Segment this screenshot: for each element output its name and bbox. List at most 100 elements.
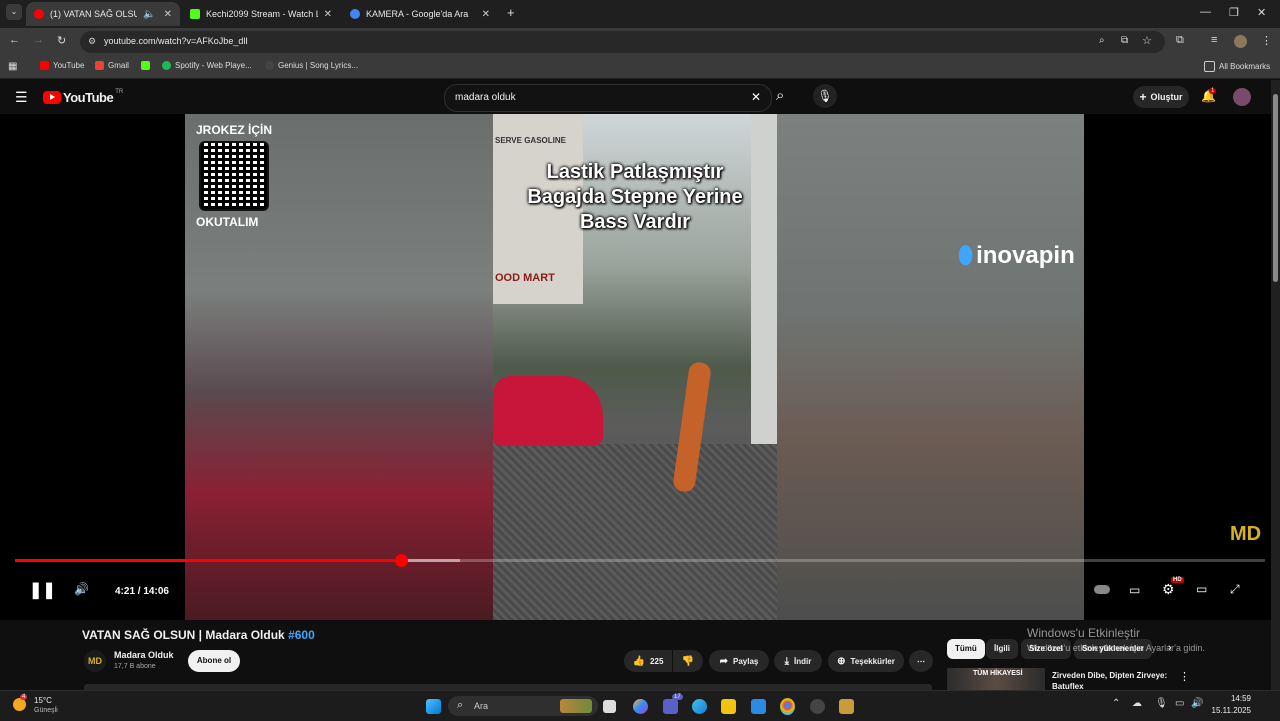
edge-icon[interactable] <box>692 699 707 714</box>
theater-mode-icon[interactable]: ▭ <box>1196 582 1207 596</box>
hamburger-menu-icon[interactable]: ☰ <box>15 89 28 106</box>
bookmark-gmail[interactable]: Gmail <box>95 61 129 70</box>
share-label: Paylaş <box>733 656 759 666</box>
task-view-icon[interactable] <box>603 700 616 713</box>
progress-bar[interactable] <box>15 554 1265 567</box>
subscriber-count: 17,7 B abone <box>114 663 156 670</box>
voice-search-icon[interactable]: 🎙 <box>813 84 837 108</box>
reload-icon[interactable]: ↻ <box>57 34 66 47</box>
bookmark-genius[interactable]: Genius | Song Lyrics... <box>265 61 358 70</box>
onedrive-icon[interactable]: ☁ <box>1132 698 1142 709</box>
league-icon[interactable] <box>839 699 854 714</box>
fullscreen-icon[interactable]: ⤢ <box>1230 582 1240 597</box>
zoom-icon[interactable]: ⌕ <box>1099 35 1105 46</box>
tab-google[interactable]: KAMERA - Google'da Ara ✕ <box>342 2 498 26</box>
teams-icon[interactable] <box>663 699 678 714</box>
qr-code <box>199 141 269 211</box>
bookmark-spotify[interactable]: Spotify - Web Playe... <box>162 61 252 70</box>
bookmark-youtube[interactable]: YouTube <box>40 61 84 70</box>
restore-icon[interactable]: ❐ <box>1229 6 1239 19</box>
account-avatar[interactable] <box>1233 88 1251 106</box>
pause-icon[interactable]: ❚❚ <box>29 580 56 600</box>
search-input[interactable]: madara olduk ✕ <box>444 84 772 112</box>
cast-icon[interactable]: ⧉ <box>1121 35 1128 46</box>
search-icon[interactable]: ⌕ <box>776 87 784 104</box>
bookmark-star-icon[interactable]: ☆ <box>1142 34 1152 47</box>
all-bookmarks[interactable]: All Bookmarks <box>1204 61 1270 72</box>
tab-search-chevron-icon[interactable]: ⌄ <box>6 4 22 20</box>
subtitles-icon[interactable]: ▭ <box>1129 583 1140 597</box>
store-icon[interactable] <box>751 699 766 714</box>
address-bar[interactable]: ⚙ youtube.com/watch?v=AFKoJbe_dlI ⌕ ⧉ ☆ <box>80 31 1165 53</box>
bookmark-label: YouTube <box>53 61 85 70</box>
taskbar-search[interactable]: ⌕ Ara <box>448 696 598 716</box>
thanks-button[interactable]: ⊕ Teşekkürler <box>828 650 904 672</box>
clear-search-icon[interactable]: ✕ <box>751 90 761 104</box>
tab-close-icon[interactable]: ✕ <box>164 9 172 20</box>
download-icon: ⤓ <box>784 655 790 667</box>
tab-youtube[interactable]: (1) VATAN SAĞ OLSUN | Ma 🔈 ✕ <box>26 2 180 26</box>
bookmarks-bar: ▦ YouTube Gmail Spotify - Web Playe... G… <box>0 56 1280 79</box>
qr-label-bottom: OKUTALIM <box>196 215 259 229</box>
forward-icon[interactable]: → <box>33 34 44 46</box>
tab-close-icon[interactable]: ✕ <box>482 9 490 20</box>
channel-name[interactable]: Madara Olduk <box>114 650 174 660</box>
bookmark-label: Gmail <box>108 61 129 70</box>
profile-avatar[interactable] <box>1234 35 1247 48</box>
share-button[interactable]: ➦ Paylaş <box>709 650 769 672</box>
copilot-icon[interactable] <box>633 699 648 714</box>
tab-title: Kechi2099 Stream - Watch Live <box>206 9 318 19</box>
create-button[interactable]: + Oluştur <box>1133 86 1189 108</box>
page-scrollbar[interactable] <box>1271 80 1280 690</box>
blurred-background-right <box>777 114 1084 620</box>
youtube-logo[interactable]: YouTube TR <box>43 88 124 105</box>
video-player[interactable]: SERVE GASOLINE OOD MART Lastik Patlaşmış… <box>0 114 1280 620</box>
bookmark-kick[interactable] <box>141 61 154 70</box>
video-caption: Lastik Patlaşmıştır Bagajda Stepne Yerin… <box>493 160 777 235</box>
close-window-icon[interactable]: ✕ <box>1257 6 1266 19</box>
minimize-icon[interactable]: — <box>1200 6 1211 18</box>
steam-icon[interactable] <box>810 699 825 714</box>
create-label: Oluştur <box>1150 92 1183 102</box>
more-actions-icon[interactable]: ⋯ <box>909 650 933 672</box>
menu-kebab-icon[interactable]: ⋮ <box>1261 34 1272 47</box>
weather-temp: 15°C <box>34 696 52 705</box>
start-windows-icon[interactable] <box>426 699 441 714</box>
download-button[interactable]: ⤓ İndir <box>774 650 822 672</box>
search-query: madara olduk <box>455 92 516 103</box>
autoplay-toggle[interactable] <box>1094 585 1110 594</box>
tab-kick[interactable]: Kechi2099 Stream - Watch Live ✕ <box>182 2 340 26</box>
microphone-icon[interactable]: 🎙 <box>1155 698 1168 709</box>
network-icon[interactable]: ▭ <box>1175 698 1184 709</box>
channel-avatar[interactable]: MD <box>84 650 106 672</box>
tab-audio-icon[interactable]: 🔈 <box>143 9 155 20</box>
tab-close-icon[interactable]: ✕ <box>324 9 332 20</box>
extensions-icon[interactable]: ⧉ <box>1176 34 1184 47</box>
tray-overflow-icon[interactable]: ⌃ <box>1112 698 1120 709</box>
like-button[interactable]: 👍 225 <box>624 650 672 672</box>
clock-time[interactable]: 14:59 <box>1221 694 1251 703</box>
taskbar-search-icon: ⌕ <box>457 699 464 711</box>
recommended-video[interactable]: TÜM HİKAYESİ Zirveden Dibe, Dipten Zirve… <box>947 668 1247 691</box>
clock-date[interactable]: 15.11.2025 <box>1206 706 1251 715</box>
site-info-icon[interactable]: ⚙ <box>88 36 96 47</box>
new-tab-button[interactable]: + <box>507 5 515 20</box>
back-icon[interactable]: ← <box>9 34 20 46</box>
media-controls-icon[interactable]: ≡ <box>1211 34 1217 46</box>
country-code: TR <box>115 88 124 95</box>
video-hashtag[interactable]: #600 <box>288 628 315 642</box>
settings-gear-icon[interactable]: ⚙ <box>1162 581 1175 598</box>
scrollbar-thumb[interactable] <box>1273 94 1278 282</box>
weather-widget[interactable]: 4 15°C Güneşli <box>10 694 70 720</box>
chip-related[interactable]: İlgili <box>986 639 1018 659</box>
apps-grid-icon[interactable]: ▦ <box>8 61 17 72</box>
recommended-more-icon[interactable]: ⋮ <box>1179 670 1190 683</box>
chip-all[interactable]: Tümü <box>947 639 985 659</box>
subscribe-button[interactable]: Abone ol <box>188 650 240 672</box>
windows-taskbar: 4 15°C Güneşli ⌕ Ara 17 ⌃ ☁ 🎙 ▭ 🔊 14:59 … <box>0 690 1280 721</box>
dislike-button[interactable]: 👎 <box>673 650 703 672</box>
file-explorer-icon[interactable] <box>721 699 736 714</box>
speaker-icon[interactable]: 🔊 <box>1191 698 1203 709</box>
volume-icon[interactable]: 🔊 <box>74 582 89 596</box>
chrome-icon[interactable] <box>780 698 795 715</box>
